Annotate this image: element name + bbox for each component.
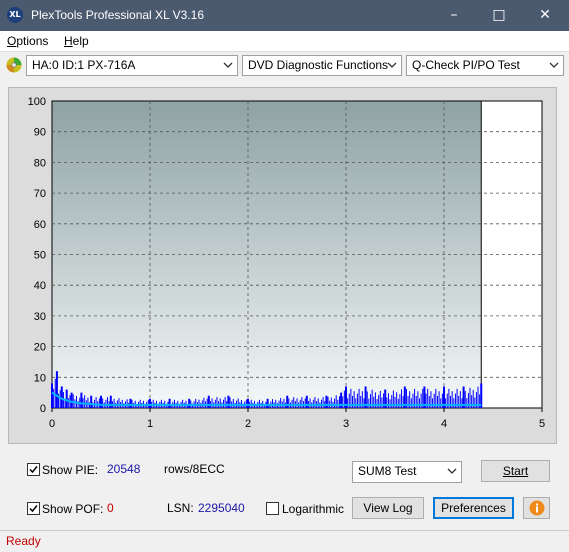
chevron-down-icon <box>549 62 559 68</box>
y-tick-label: 70 <box>34 188 46 200</box>
disc-drive-icon <box>6 57 22 73</box>
pie-value: 20548 <box>107 462 141 476</box>
x-tick-label: 0 <box>49 418 55 430</box>
pof-value: 0 <box>107 501 114 515</box>
info-icon <box>529 500 544 516</box>
y-tick-label: 50 <box>34 250 46 262</box>
lsn-value: 2295040 <box>198 501 245 515</box>
chevron-down-icon <box>223 62 233 68</box>
chart-panel: 0 10 20 30 40 50 60 70 80 90 100 0 1 2 3 4 5 <box>8 87 557 444</box>
chevron-down-icon <box>447 468 457 474</box>
window-title: PlexTools Professional XL V3.16 <box>31 8 204 22</box>
show-pie-checkbox[interactable] <box>27 463 40 476</box>
status-text: Ready <box>6 534 41 548</box>
view-log-button[interactable]: View Log <box>352 497 424 519</box>
title-bar: XL PlexTools Professional XL V3.16 – □ ✕ <box>0 0 569 31</box>
rows-label: rows/8ECC <box>164 462 225 476</box>
start-button-label: Start <box>502 464 529 478</box>
app-logo-icon: XL <box>7 7 23 23</box>
y-tick-label: 40 <box>34 280 46 292</box>
menu-help-label: elp <box>72 34 89 48</box>
test-select[interactable]: Q-Check PI/PO Test <box>406 55 564 76</box>
controls-area: Show PIE: 20548 rows/8ECC SUM8 Test Star… <box>0 450 569 528</box>
checkmark-icon <box>29 466 38 474</box>
y-tick-label: 60 <box>34 219 46 231</box>
logarithmic-label: Logarithmic <box>282 502 345 516</box>
menu-options-label: ptions <box>16 34 49 48</box>
x-tick-label: 4 <box>441 418 447 430</box>
y-tick-label: 20 <box>34 342 46 354</box>
view-log-label: View Log <box>363 501 413 515</box>
sum8-test-value: SUM8 Test <box>358 464 417 478</box>
x-tick-label: 3 <box>343 418 349 430</box>
menu-bar: Options Help <box>0 31 569 52</box>
menu-help[interactable]: Help <box>64 34 89 48</box>
show-pof-checkbox[interactable] <box>27 502 40 515</box>
maximize-icon[interactable]: □ <box>489 6 509 24</box>
checkmark-icon <box>29 505 38 513</box>
status-bar: Ready <box>0 530 569 552</box>
y-tick-label: 30 <box>34 311 46 323</box>
menu-options-accel: O <box>7 34 17 48</box>
drive-select-value: HA:0 ID:1 PX-716A <box>32 58 136 72</box>
y-tick-label: 100 <box>28 96 46 108</box>
chevron-down-icon <box>387 62 397 68</box>
lsn-label: LSN: <box>167 501 194 515</box>
y-tick-label: 90 <box>34 127 46 139</box>
function-select[interactable]: DVD Diagnostic Functions <box>242 55 402 76</box>
start-button[interactable]: Start <box>481 460 550 482</box>
show-pof-label: Show POF: <box>42 502 104 516</box>
close-icon[interactable]: ✕ <box>535 6 555 24</box>
info-button[interactable] <box>523 497 550 519</box>
minimize-icon[interactable]: – <box>444 6 464 24</box>
pie-chart-svg: 0 10 20 30 40 50 60 70 80 90 100 0 1 2 3 4 5 <box>28 96 545 430</box>
menu-options[interactable]: Options <box>7 34 48 48</box>
x-tick-label: 2 <box>245 418 251 430</box>
menu-help-accel: H <box>64 34 73 48</box>
logarithmic-checkbox[interactable] <box>266 502 279 515</box>
sum8-test-select[interactable]: SUM8 Test <box>352 461 462 483</box>
test-select-value: Q-Check PI/PO Test <box>412 58 520 72</box>
drive-select[interactable]: HA:0 ID:1 PX-716A <box>26 55 238 76</box>
y-tick-label: 10 <box>34 372 46 384</box>
show-pie-label: Show PIE: <box>42 463 99 477</box>
preferences-button[interactable]: Preferences <box>433 497 514 519</box>
x-tick-label: 1 <box>147 418 153 430</box>
function-select-value: DVD Diagnostic Functions <box>248 58 389 72</box>
y-tick-label: 0 <box>40 403 46 415</box>
y-tick-label: 80 <box>34 157 46 169</box>
preferences-label: Preferences <box>441 501 506 515</box>
x-tick-label: 5 <box>539 418 545 430</box>
